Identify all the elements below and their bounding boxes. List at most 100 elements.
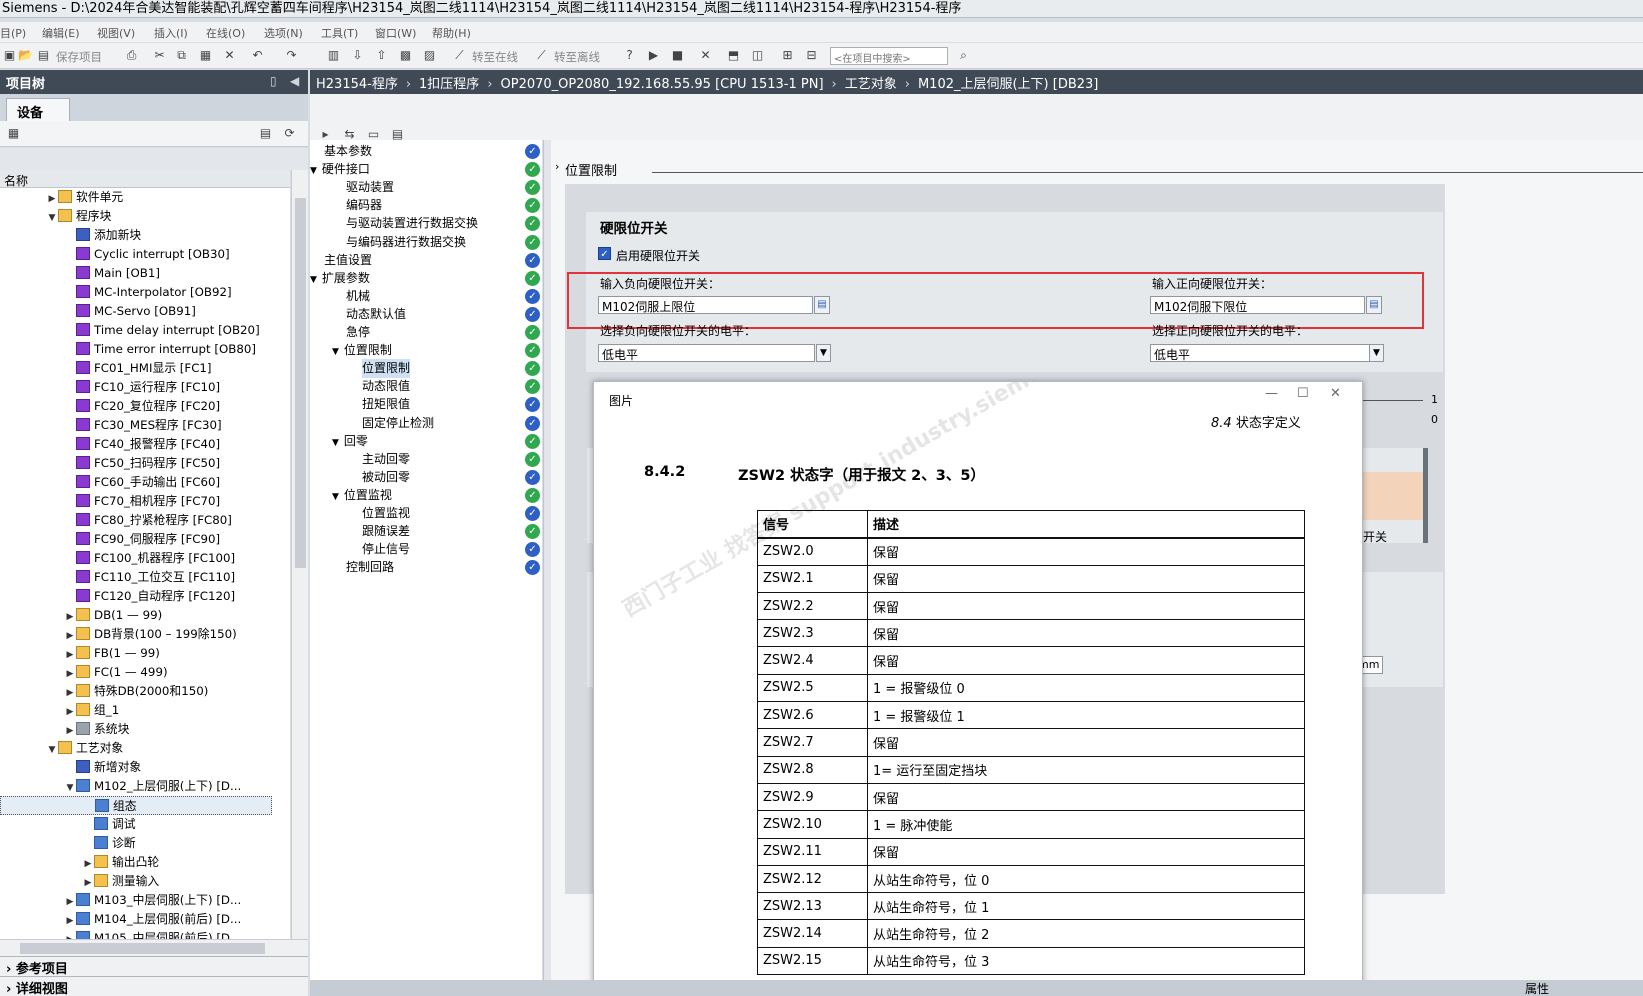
go-offline-button[interactable]: 转至离线 — [554, 49, 600, 65]
nav-item[interactable]: 编码器 — [346, 196, 382, 215]
menu-insert[interactable]: 插入(I) — [154, 25, 188, 41]
tree-item[interactable]: ▶ 特殊DB(2000和150) — [0, 682, 272, 701]
tree-item[interactable]: FC40_报警程序 [FC40] — [0, 435, 272, 454]
accessible-devices-icon[interactable]: ? — [622, 48, 637, 62]
search-icon[interactable]: ⌕ — [956, 48, 971, 62]
tree-item[interactable]: ▶ M103_中层伺服(上下) [D... — [0, 891, 272, 910]
nav-item[interactable]: ▼ 位置限制 — [332, 341, 392, 360]
menu-options[interactable]: 选项(N) — [264, 25, 303, 41]
minimize-icon[interactable]: — — [1265, 386, 1278, 401]
tree-item[interactable]: FC120_自动程序 [FC120] — [0, 587, 272, 606]
tree-item[interactable]: FC10_运行程序 [FC10] — [0, 378, 272, 397]
nav-item[interactable]: 与编码器进行数据交换 — [346, 233, 466, 252]
expand-right-icon[interactable]: ▶ — [64, 931, 76, 939]
compile-icon[interactable]: ▥ — [326, 48, 341, 62]
overview-icon[interactable]: ▤ — [258, 126, 273, 140]
expand-down-icon[interactable]: ▼ — [332, 347, 339, 357]
nav-item[interactable]: 固定停止检测 — [362, 414, 434, 433]
tree-item[interactable]: MC-Interpolator [OB92] — [0, 283, 272, 302]
menu-view[interactable]: 视图(V) — [97, 25, 135, 41]
tree-item[interactable]: FC01_HMI显示 [FC1] — [0, 359, 272, 378]
tree-vertical-scrollbar[interactable] — [291, 170, 308, 939]
detail-view-bar[interactable]: › 详细视图 — [0, 976, 308, 996]
tree-item[interactable]: FC90_伺服程序 [FC90] — [0, 530, 272, 549]
nav-splitter[interactable] — [543, 140, 551, 980]
expand-down-icon[interactable]: ▼ — [310, 166, 317, 176]
nav-item[interactable]: 位置限制 — [362, 359, 411, 379]
nav-item[interactable]: ▼ 扩展参数 — [310, 269, 370, 288]
tree-item[interactable]: MC-Servo [OB91] — [0, 302, 272, 321]
monitor-icon[interactable]: ▨ — [422, 48, 437, 62]
expand-down-icon[interactable]: ▼ — [332, 492, 339, 502]
nav-item[interactable]: 位置监视 — [362, 504, 410, 523]
new-project-icon[interactable]: ▣ — [2, 48, 17, 62]
nav-item[interactable]: ▼ 位置监视 — [332, 486, 392, 505]
tree-item[interactable]: FC30_MES程序 [FC30] — [0, 416, 272, 435]
tree-item[interactable]: ▶ 测量输入 — [0, 872, 272, 891]
tree-item[interactable]: ▶ M104_上层伺服(前后) [D... — [0, 910, 272, 929]
tree-item[interactable]: FC110_工位交互 [FC110] — [0, 568, 272, 587]
expand-down-icon[interactable]: ▼ — [310, 275, 317, 285]
paste-icon[interactable]: ▦ — [198, 48, 213, 62]
tree-item[interactable]: ▶ DB背景(100 – 199除150) — [0, 625, 272, 644]
expand-down-icon[interactable]: ▼ — [332, 438, 339, 448]
nav-item[interactable]: 与驱动装置进行数据交换 — [346, 214, 478, 233]
tree-item[interactable]: ▶ FC(1 — 499) — [0, 663, 272, 682]
tree-item[interactable]: ▶ 组_1 — [0, 701, 272, 720]
delete-icon[interactable]: ✕ — [222, 48, 237, 62]
menu-edit[interactable]: 编辑(E) — [42, 25, 80, 41]
tree-item[interactable]: ▼ 程序块 — [0, 207, 272, 226]
print-icon[interactable]: ⎙ — [124, 48, 139, 62]
tree-item[interactable]: 添加新块 — [0, 226, 272, 245]
tree-item[interactable]: ▶ 输出凸轮 — [0, 853, 272, 872]
nav-item[interactable]: 跟随误差 — [362, 522, 410, 541]
scroll-thumb[interactable] — [20, 943, 265, 954]
tree-item[interactable]: FC80_拧紧枪程序 [FC80] — [0, 511, 272, 530]
project-search-input[interactable]: <在项目中搜索> — [830, 47, 948, 65]
maximize-icon[interactable]: ☐ — [1297, 386, 1309, 401]
chevron-down-icon[interactable]: ▼ — [1369, 344, 1384, 362]
go-online-icon[interactable]: ⟋ — [452, 48, 467, 62]
nav-item[interactable]: 动态限值 — [362, 377, 410, 396]
menu-window[interactable]: 窗口(W) — [375, 25, 416, 41]
go-offline-icon[interactable]: ⟋ — [534, 48, 549, 62]
pin-icon[interactable]: ▯ — [270, 74, 277, 88]
collapse-left-icon[interactable]: ◀ — [290, 74, 299, 88]
parameter-view-icon[interactable]: ⇆ — [342, 127, 357, 141]
breadcrumb-item[interactable]: 1扣压程序 — [419, 77, 479, 92]
nav-item[interactable]: ▼ 回零 — [332, 432, 368, 451]
breadcrumb-item[interactable]: H23154-程序 — [316, 77, 398, 92]
stop-cpu-icon[interactable]: ■ — [670, 48, 685, 62]
maximize-icon[interactable]: ⊞ — [780, 48, 795, 62]
neg-level-select[interactable]: 低电平 — [598, 344, 815, 362]
nav-item[interactable]: 急停 — [346, 323, 370, 342]
properties-label[interactable]: 属性 — [1525, 980, 1549, 996]
menu-project[interactable]: 目(P) — [0, 25, 26, 41]
breadcrumb-item[interactable]: 工艺对象 — [845, 77, 897, 92]
tree-item[interactable]: ▶ 系统块 — [0, 720, 272, 739]
upload-icon[interactable]: ⇧ — [374, 48, 389, 62]
tree-item[interactable]: FC50_扫码程序 [FC50] — [0, 454, 272, 473]
tree-item[interactable]: ▶ FB(1 — 99) — [0, 644, 272, 663]
nav-item[interactable]: 扭矩限值 — [362, 395, 410, 414]
chevron-down-icon[interactable]: ▼ — [816, 344, 831, 362]
tree-item[interactable]: 新增对象 — [0, 758, 272, 777]
restore-icon[interactable]: ⊟ — [804, 48, 819, 62]
function-view-icon[interactable]: ▸ — [318, 127, 333, 141]
device-view-icon[interactable]: ▦ — [6, 126, 21, 140]
tree-horizontal-scrollbar[interactable] — [0, 939, 308, 956]
tree-item[interactable]: FC20_复位程序 [FC20] — [0, 397, 272, 416]
undo-icon[interactable]: ↶ — [250, 48, 265, 62]
enable-hw-limit-checkbox[interactable]: ✓ — [598, 247, 611, 260]
save-project-button[interactable]: 保存项目 — [56, 49, 102, 65]
save-icon[interactable]: ▤ — [36, 48, 51, 62]
tree-item[interactable]: 调试 — [0, 815, 272, 834]
scroll-thumb[interactable] — [295, 198, 306, 568]
tree-item[interactable]: 组态 — [0, 796, 272, 815]
tree-item[interactable]: ▼ 工艺对象 — [0, 739, 272, 758]
nav-item[interactable]: 主动回零 — [362, 450, 410, 469]
tree-item[interactable]: Time delay interrupt [OB20] — [0, 321, 272, 340]
refresh-icon[interactable]: ⟳ — [282, 126, 297, 140]
reference-projects-bar[interactable]: › 参考项目 — [0, 956, 308, 977]
tree-item[interactable]: FC100_机器程序 [FC100] — [0, 549, 272, 568]
